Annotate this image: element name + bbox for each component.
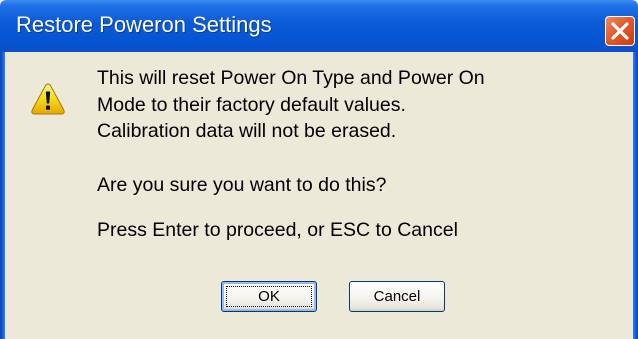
cancel-button[interactable]: Cancel xyxy=(349,281,445,312)
ok-button[interactable]: OK xyxy=(221,281,317,312)
confirmation-question: Are you sure you want to do this? xyxy=(97,174,387,196)
message-line-3: Calibration data will not be erased. xyxy=(97,120,397,142)
close-button[interactable] xyxy=(605,16,635,46)
close-icon xyxy=(606,17,634,45)
cancel-button-label: Cancel xyxy=(373,288,421,305)
message-line-1: This will reset Power On Type and Power … xyxy=(97,67,485,89)
title-bar[interactable]: Restore Poweron Settings xyxy=(0,0,638,52)
ok-button-label: OK xyxy=(258,288,280,305)
instruction-text: Press Enter to proceed, or ESC to Cancel xyxy=(97,219,458,241)
message-line-2: Mode to their factory default values. xyxy=(97,94,406,116)
window-frame-right xyxy=(633,52,638,339)
dialog-title: Restore Poweron Settings xyxy=(16,12,272,37)
restore-poweron-dialog: Restore Poweron Settings This will reset… xyxy=(0,0,638,339)
warning-icon xyxy=(30,82,66,116)
